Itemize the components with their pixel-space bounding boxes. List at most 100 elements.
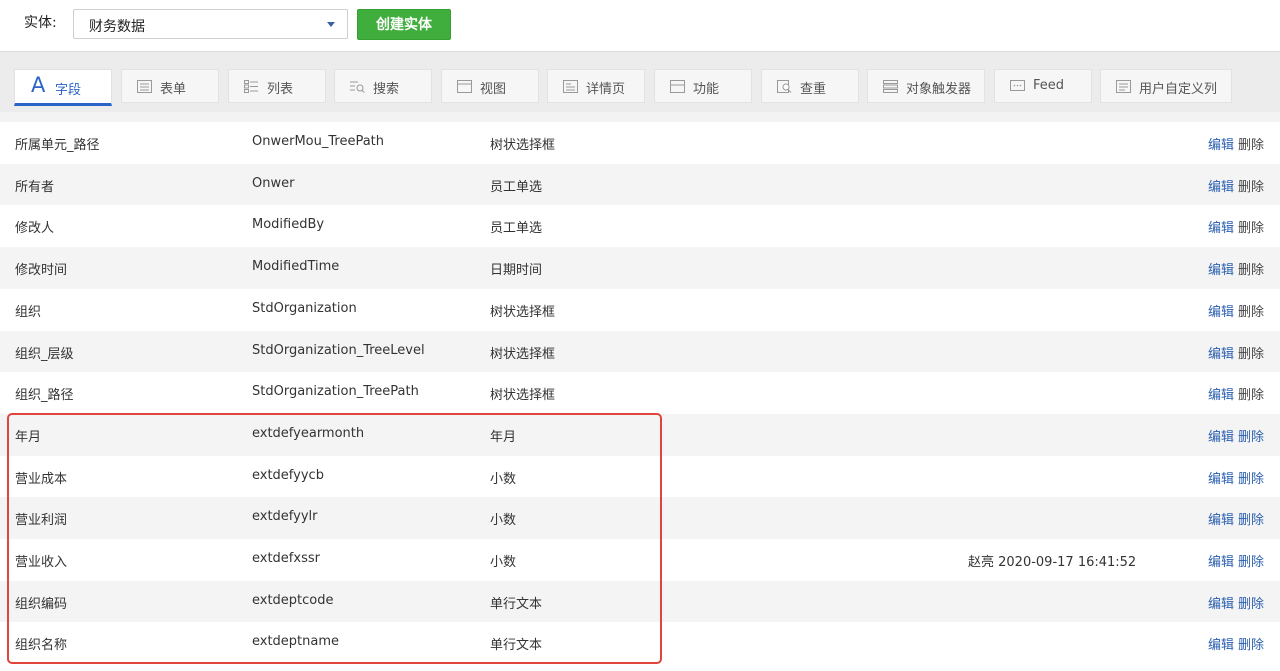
edit-link[interactable]: 编辑 (1208, 301, 1234, 320)
tab-dedupe[interactable]: 查重 (761, 69, 859, 103)
field-api-name: Onwer (252, 175, 295, 191)
edit-link[interactable]: 编辑 (1208, 343, 1234, 362)
field-api-name: ModifiedTime (252, 259, 340, 275)
edit-link[interactable]: 编辑 (1208, 259, 1234, 278)
field-api-name: extdeptcode (252, 592, 334, 608)
table-row: 营业成本 extdefyycb 小数 编辑 删除 (0, 455, 1280, 498)
edit-link[interactable]: 编辑 (1208, 426, 1234, 445)
field-type: 小数 (490, 555, 517, 570)
field-api-name: ModifiedBy (252, 217, 325, 233)
view-icon (457, 80, 472, 93)
edit-link[interactable]: 编辑 (1208, 634, 1234, 653)
table-row: 所有者 Onwer 员工单选 编辑 删除 (0, 163, 1280, 206)
delete-link[interactable]: 删除 (1238, 426, 1264, 445)
edit-link[interactable]: 编辑 (1208, 509, 1234, 528)
delete-link[interactable]: 删除 (1238, 217, 1264, 236)
tab-label: 字段 (55, 83, 82, 98)
field-display-name: 营业成本 (15, 471, 68, 487)
entity-select-value: 财务数据 (89, 19, 145, 35)
table-row: 组织名称 extdeptname 单行文本 编辑 删除 (0, 622, 1280, 665)
field-display-name: 营业利润 (15, 513, 68, 529)
field-api-name: extdefxssr (252, 551, 320, 566)
field-api-name: extdefyearmonth (252, 425, 365, 441)
top-bar: 实体: 财务数据 创建实体 (0, 0, 1280, 52)
tab-fields[interactable]: A 字段 (14, 69, 112, 106)
field-type: 树状选择框 (490, 388, 556, 404)
table-row: 修改人 ModifiedBy 员工单选 编辑 删除 (0, 205, 1280, 248)
tab-label: 表单 (160, 82, 187, 97)
delete-link[interactable]: 删除 (1238, 551, 1264, 570)
field-display-name: 修改人 (15, 221, 55, 237)
custom-column-icon (1116, 80, 1131, 93)
entity-label: 实体: (24, 15, 57, 31)
tab-label: 搜索 (373, 82, 400, 97)
tab-detail[interactable]: 详情页 (547, 69, 645, 103)
tab-trigger[interactable]: 对象触发器 (867, 69, 985, 103)
tab-function[interactable]: 功能 (654, 69, 752, 103)
entity-select[interactable]: 财务数据 (73, 9, 348, 39)
field-api-name: StdOrganization (252, 300, 357, 316)
field-display-name: 所有者 (15, 179, 55, 195)
field-type: 小数 (490, 471, 517, 487)
field-api-name: extdefyylr (252, 509, 318, 525)
delete-link[interactable]: 删除 (1238, 634, 1264, 653)
tab-bar: A 字段 表单 列表 搜索 视图 详情页 功能 查重 对象触发器 Feed 用户… (0, 52, 1280, 110)
tab-label: 视图 (480, 82, 507, 97)
delete-link[interactable]: 删除 (1238, 593, 1264, 612)
delete-link[interactable]: 删除 (1238, 384, 1264, 403)
edit-link[interactable]: 编辑 (1208, 468, 1234, 487)
tab-custom-column[interactable]: 用户自定义列 (1100, 69, 1232, 103)
field-display-name: 组织编码 (15, 596, 68, 612)
tab-label: 列表 (267, 82, 294, 97)
field-type: 日期时间 (490, 263, 543, 279)
tab-form[interactable]: 表单 (121, 69, 219, 103)
dedupe-icon (777, 80, 792, 93)
field-api-name: extdefyycb (252, 467, 324, 483)
table-row: 组织_层级 StdOrganization_TreeLevel 树状选择框 编辑 删除 (0, 330, 1280, 373)
chevron-down-icon (327, 22, 335, 27)
delete-link[interactable]: 删除 (1238, 509, 1264, 528)
tab-label: 查重 (800, 82, 827, 97)
edit-link[interactable]: 编辑 (1208, 217, 1234, 236)
edit-link[interactable]: 编辑 (1208, 551, 1234, 570)
delete-link[interactable]: 删除 (1238, 343, 1264, 362)
edit-link[interactable]: 编辑 (1208, 176, 1234, 195)
create-entity-button[interactable]: 创建实体 (357, 9, 451, 40)
delete-link[interactable]: 删除 (1238, 301, 1264, 320)
edit-link[interactable]: 编辑 (1208, 384, 1234, 403)
tab-view[interactable]: 视图 (441, 69, 539, 103)
field-display-name: 组织名称 (15, 638, 68, 654)
field-icon: A (31, 73, 46, 97)
delete-link[interactable]: 删除 (1238, 176, 1264, 195)
field-type: 树状选择框 (490, 138, 556, 153)
field-display-name: 组织 (15, 304, 42, 320)
table-row: 组织_路径 StdOrganization_TreePath 树状选择框 编辑 删除 (0, 372, 1280, 414)
field-display-name: 组织_层级 (15, 346, 74, 362)
table-row: 年月 extdefyearmonth 年月 编辑 删除 (0, 413, 1280, 456)
trigger-icon (883, 80, 898, 93)
tab-search[interactable]: 搜索 (334, 69, 432, 103)
field-type: 树状选择框 (490, 304, 556, 320)
delete-link[interactable]: 删除 (1238, 134, 1264, 153)
field-display-name: 组织_路径 (15, 388, 74, 404)
edit-link[interactable]: 编辑 (1208, 134, 1234, 153)
field-type: 年月 (490, 429, 517, 445)
delete-link[interactable]: 删除 (1238, 468, 1264, 487)
field-type: 单行文本 (490, 596, 543, 612)
table-row: 营业收入 extdefxssr 小数 赵亮 2020-09-17 16:41:52 编辑… (0, 539, 1280, 581)
table-row: 组织 StdOrganization 树状选择框 编辑 删除 (0, 288, 1280, 331)
edit-link[interactable]: 编辑 (1208, 593, 1234, 612)
field-type: 单行文本 (490, 638, 543, 654)
tab-label: Feed (1033, 78, 1065, 93)
field-api-name: extdeptname (252, 634, 340, 650)
field-type: 员工单选 (490, 179, 543, 195)
field-api-name: StdOrganization_TreePath (252, 384, 419, 400)
delete-link[interactable]: 删除 (1238, 259, 1264, 278)
tab-list[interactable]: 列表 (228, 69, 326, 103)
table-row: 营业利润 extdefyylr 小数 编辑 删除 (0, 497, 1280, 539)
field-display-name: 年月 (15, 429, 42, 445)
tab-feed[interactable]: Feed (994, 69, 1092, 103)
field-type: 树状选择框 (490, 346, 556, 362)
field-table: 所属单元_路径 OnwerMou_TreePath 树状选择框 编辑 删除 所有者 Onwe… (0, 112, 1280, 671)
modified-info: 赵亮 2020-09-17 16:41:52 (968, 555, 1137, 570)
